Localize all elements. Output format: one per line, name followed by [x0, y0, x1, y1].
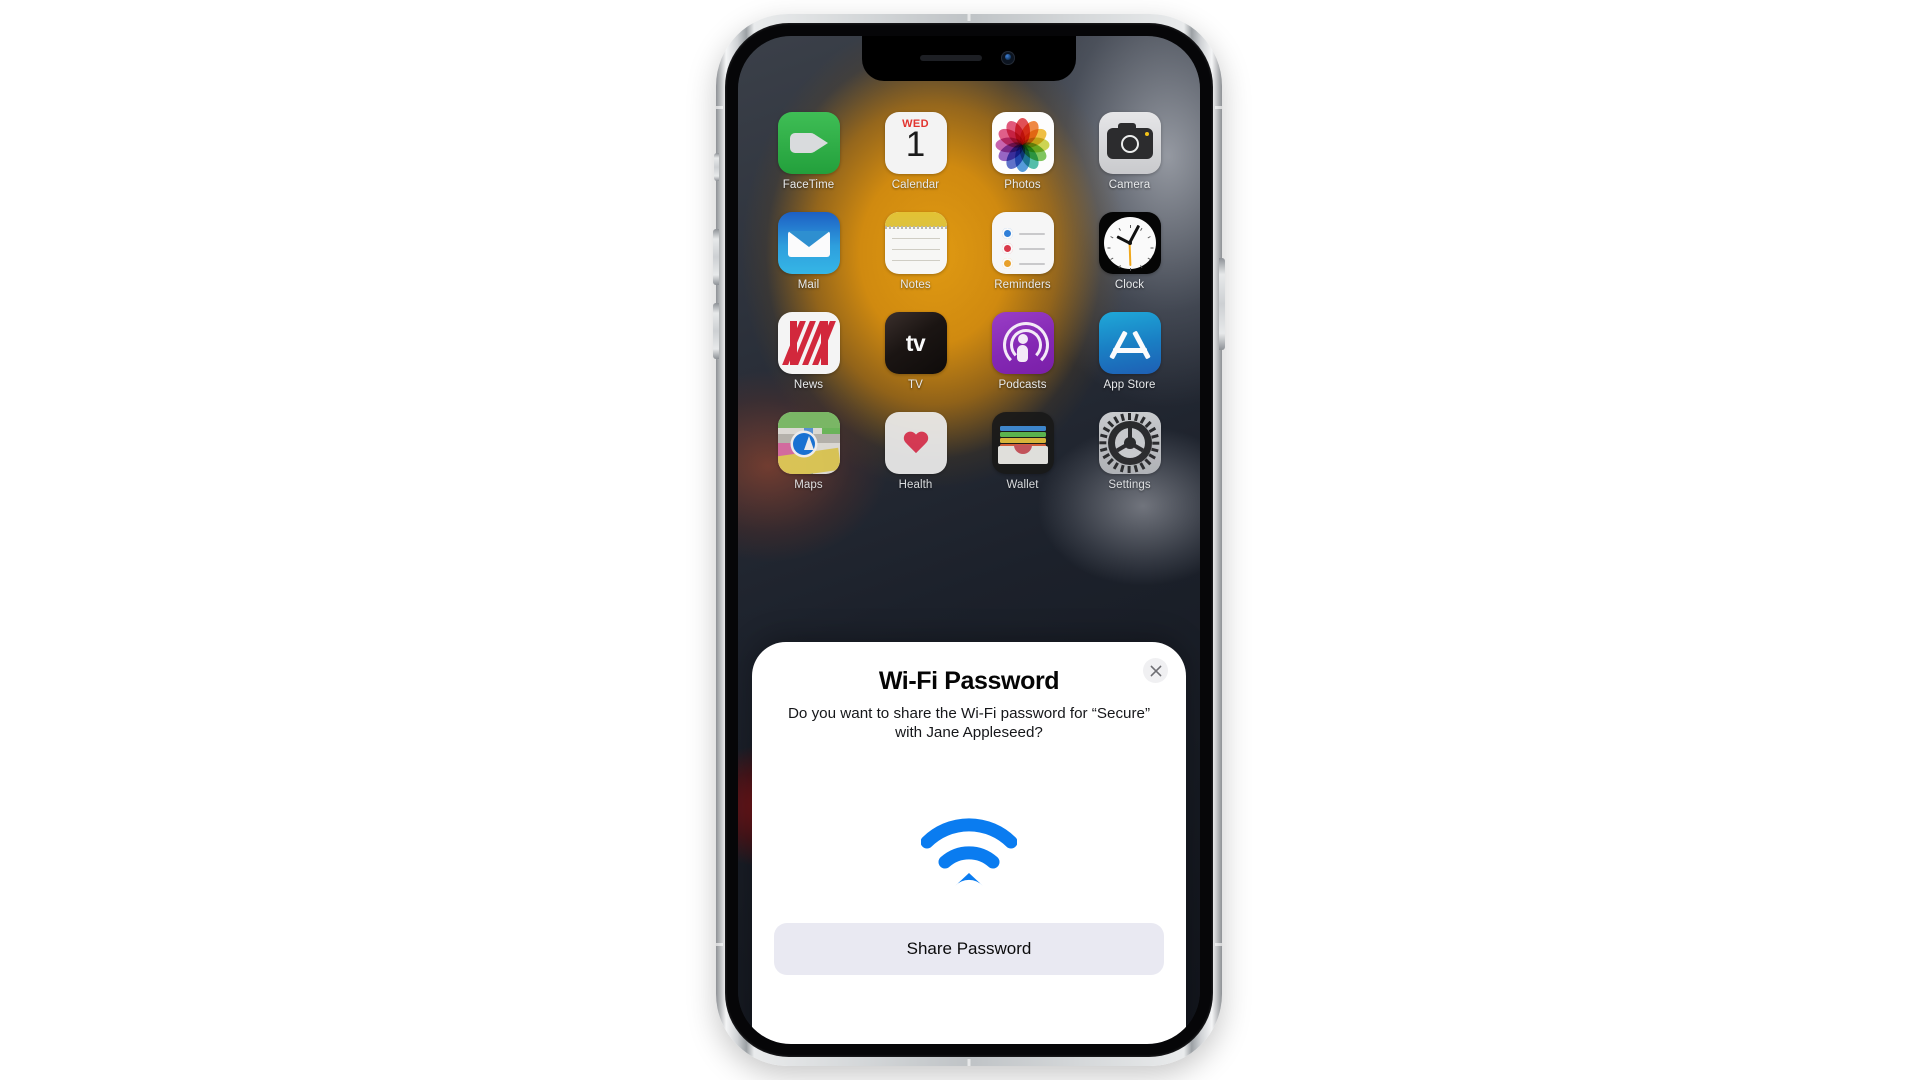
home-screen-app-grid: FaceTime WED 1 Calendar Photos Camera Ma…: [738, 112, 1200, 491]
mail-icon[interactable]: [777, 212, 840, 274]
antenna-band: [1215, 106, 1222, 109]
app-settings[interactable]: Settings: [1076, 412, 1183, 491]
app-label: Mail: [797, 279, 820, 291]
calendar-day-number: 1: [905, 125, 926, 164]
app-label: TV: [908, 379, 923, 391]
camera-icon[interactable]: [1098, 112, 1161, 174]
antenna-band: [967, 1059, 971, 1066]
antenna-band: [967, 14, 971, 21]
clock-icon[interactable]: [1098, 212, 1161, 274]
tv-icon[interactable]: tv: [884, 312, 947, 374]
app-mail[interactable]: Mail: [755, 212, 862, 291]
earpiece-speaker-icon: [920, 55, 982, 61]
health-icon[interactable]: [884, 412, 947, 474]
app-label: Wallet: [1006, 479, 1039, 491]
antenna-band: [716, 106, 723, 109]
power-button[interactable]: [1219, 258, 1225, 350]
app-label: Camera: [1108, 179, 1151, 191]
app-label: Clock: [1114, 279, 1145, 291]
screenshot-canvas: FaceTime WED 1 Calendar Photos Camera Ma…: [0, 0, 1920, 1080]
maps-icon[interactable]: [777, 412, 840, 474]
app-notes[interactable]: Notes: [862, 212, 969, 291]
app-clock[interactable]: Clock: [1076, 212, 1183, 291]
antenna-band: [716, 943, 723, 946]
device-bezel: FaceTime WED 1 Calendar Photos Camera Ma…: [725, 23, 1213, 1057]
wallet-icon[interactable]: [991, 412, 1054, 474]
app-app-store[interactable]: App Store: [1076, 312, 1183, 391]
app-reminders[interactable]: Reminders: [969, 212, 1076, 291]
app-store-icon[interactable]: [1098, 312, 1161, 374]
app-label: Reminders: [994, 279, 1051, 291]
front-camera-icon: [1001, 51, 1015, 65]
facetime-icon[interactable]: [777, 112, 840, 174]
app-camera[interactable]: Camera: [1076, 112, 1183, 191]
reminders-icon[interactable]: [991, 212, 1054, 274]
device-screen: FaceTime WED 1 Calendar Photos Camera Ma…: [738, 36, 1200, 1044]
app-calendar[interactable]: WED 1 Calendar: [862, 112, 969, 191]
volume-down-button[interactable]: [713, 303, 719, 359]
iphone-device: FaceTime WED 1 Calendar Photos Camera Ma…: [713, 14, 1225, 1066]
app-label: Maps: [794, 479, 823, 491]
share-password-button[interactable]: Share Password: [774, 923, 1164, 975]
mute-switch[interactable]: [714, 153, 719, 181]
podcasts-icon[interactable]: [991, 312, 1054, 374]
page-title: Wi-Fi Password: [878, 667, 1060, 695]
settings-icon[interactable]: [1098, 412, 1161, 474]
app-tv[interactable]: tv TV: [862, 312, 969, 391]
notes-icon[interactable]: [884, 212, 947, 274]
tv-wordmark: tv: [905, 330, 926, 356]
app-label: FaceTime: [782, 179, 835, 191]
antenna-band: [1215, 943, 1222, 946]
app-news[interactable]: News: [755, 312, 862, 391]
display-notch: [862, 36, 1076, 81]
app-podcasts[interactable]: Podcasts: [969, 312, 1076, 391]
app-label: Notes: [900, 279, 931, 291]
sheet-message: Do you want to share the Wi-Fi password …: [787, 705, 1151, 742]
app-label: News: [793, 379, 824, 391]
wifi-password-sheet: Wi-Fi Password Do you want to share the …: [752, 642, 1186, 1044]
app-health[interactable]: Health: [862, 412, 969, 491]
app-label: Calendar: [891, 179, 940, 191]
photos-icon[interactable]: [991, 112, 1054, 174]
calendar-icon[interactable]: WED 1: [884, 112, 947, 174]
app-label: Settings: [1108, 479, 1151, 491]
app-wallet[interactable]: Wallet: [969, 412, 1076, 491]
app-facetime[interactable]: FaceTime: [755, 112, 862, 191]
app-label: Podcasts: [998, 379, 1047, 391]
app-label: App Store: [1103, 379, 1156, 391]
app-label: Photos: [1004, 179, 1041, 191]
wifi-icon: [920, 818, 1018, 890]
app-label: Health: [898, 479, 933, 491]
app-photos[interactable]: Photos: [969, 112, 1076, 191]
news-icon[interactable]: [777, 312, 840, 374]
volume-up-button[interactable]: [713, 229, 719, 285]
app-maps[interactable]: Maps: [755, 412, 862, 491]
